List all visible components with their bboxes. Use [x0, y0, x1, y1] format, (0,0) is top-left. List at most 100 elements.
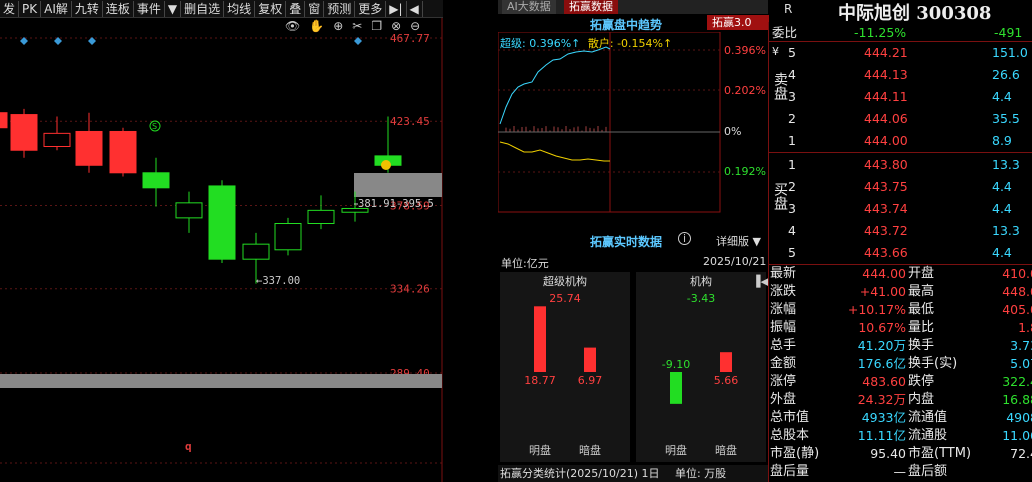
flow-bar: [534, 306, 546, 372]
detail-dropdown[interactable]: 详细版 ▼: [716, 233, 761, 249]
toolbar-item-1[interactable]: PK: [19, 0, 42, 17]
stat-value: 448.0: [1002, 284, 1032, 299]
sell-level: 4: [788, 67, 796, 82]
bar-group-title: 机构: [690, 274, 712, 288]
toolbar-item-15[interactable]: ◀: [407, 0, 423, 17]
sell-label: 卖盘: [772, 72, 788, 100]
sell-price: 444.21: [864, 45, 908, 60]
buy-level: 2: [788, 179, 796, 194]
stat-label: 最高: [908, 284, 935, 299]
trend-chart: 0.396% 0.202% 0% 0.192%: [498, 32, 766, 213]
stat-label: 盘后量: [770, 464, 810, 479]
stat-value: 4908: [1006, 410, 1032, 425]
stat-value: 10.67%: [858, 320, 906, 335]
weicha-value: -491: [994, 25, 1023, 40]
stat-value: 11.11亿: [857, 428, 906, 443]
flow-bar-label: 暗盘: [579, 443, 601, 457]
stat-label: 市盈(静): [770, 446, 820, 461]
sell-volume: 26.6: [992, 67, 1020, 82]
stat-label: 总手: [770, 338, 797, 353]
price-band: [0, 374, 442, 388]
toolbar-item-3[interactable]: 九转: [72, 0, 103, 17]
candle-body: [142, 172, 170, 189]
stat-value: 95.40: [870, 446, 906, 461]
trend-badge[interactable]: 拓赢3.0: [707, 15, 769, 30]
info-icon[interactable]: i: [678, 232, 691, 245]
candle-body: [307, 209, 335, 225]
stat-label: 盘后额: [908, 464, 948, 479]
footer-right: 单位: 万股: [674, 467, 727, 480]
stat-value: 16.88: [1002, 392, 1032, 407]
toolbar-item-9[interactable]: 复权: [255, 0, 287, 17]
stat-label: 总股本: [770, 428, 810, 443]
trend-y-tick: 0%: [724, 125, 741, 138]
stat-value: 444.00: [862, 266, 906, 281]
buy-level: 1: [788, 157, 796, 172]
buy-level: 5: [788, 245, 796, 260]
candle-body: [75, 130, 103, 166]
buy-volume: 13.3: [992, 157, 1020, 172]
stat-label: 金额: [770, 356, 797, 371]
stat-value: 405.0: [1002, 302, 1032, 317]
tab-ai-data[interactable]: AI大数据: [502, 0, 556, 14]
flow-bar-chart: 超级机构 25.74 18.77 明盘 6.97 暗盘 机构 -3.43 -9.10 明盘 5.66…: [500, 272, 768, 462]
flow-bar: [720, 352, 732, 372]
buy-price: 443.72: [864, 223, 908, 238]
toolbar-item-14[interactable]: ▶|: [386, 0, 407, 17]
stat-label: 换手: [908, 338, 935, 353]
super-legend: 超级: 0.396%↑: [500, 37, 581, 50]
trend-y-tick: 0.396%: [724, 44, 766, 57]
toolbar-item-10[interactable]: 叠: [286, 0, 306, 17]
kline-chart[interactable]: 467.77423.45378.59334.26289.40939S: [0, 18, 443, 482]
g-marker: [381, 160, 391, 170]
quote-panel: 委比 -11.25% -491 ¥ 卖盘 5 444.21 151.0 4 444.13 26.6 3…: [768, 22, 1032, 482]
sell-volume: 8.9: [992, 133, 1012, 148]
range-band: [354, 173, 442, 197]
stats-footer: 拓赢分类统计(2025/10/21) 1日 单位: 万股: [498, 465, 768, 482]
flow-bar-value: 5.66: [714, 374, 739, 387]
stat-value: 11.06: [1002, 428, 1032, 443]
toolbar-item-11[interactable]: 窗: [305, 0, 325, 17]
stat-label: 流通值: [908, 410, 948, 425]
stat-value: 5.07: [1010, 356, 1032, 371]
toolbar-item-8[interactable]: 均线: [224, 0, 256, 17]
tab-tuoying-data[interactable]: 拓赢数据: [564, 0, 618, 14]
toolbar-item-13[interactable]: 更多: [355, 0, 387, 17]
stat-value: 72.4: [1010, 446, 1032, 461]
flow-bar-value: -9.10: [662, 358, 690, 371]
sell-price: 444.06: [864, 111, 908, 126]
toolbar-item-4[interactable]: 连板: [103, 0, 134, 17]
flow-bar-value: 18.77: [524, 374, 556, 387]
sell-price: 444.00: [864, 133, 908, 148]
candle-body: [43, 132, 71, 147]
stat-label: 开盘: [908, 266, 935, 281]
mid-tab-bar: AI大数据 拓赢数据: [498, 0, 768, 14]
retail-legend: 散户: -0.154%↑: [587, 37, 673, 50]
range-label: 381.91-395.5: [358, 198, 434, 210]
toolbar-item-6[interactable]: ▼: [165, 0, 182, 17]
buy-level: 4: [788, 223, 796, 238]
candle-body: [274, 223, 302, 251]
buy-volume: 4.4: [992, 179, 1012, 194]
stat-value: 41.20万: [857, 338, 906, 353]
toolbar-item-0[interactable]: 发: [0, 0, 20, 17]
toolbar-item-5[interactable]: 事件: [134, 0, 165, 17]
flow-bar: [584, 347, 596, 372]
stat-label: 涨跌: [770, 284, 797, 299]
chart-toolbar: 发 PK AI解 九转 连板 事件 ▼ 删自选 均线 复权叠窗预测 更多 ▶| ◀: [0, 0, 443, 18]
toolbar-item-2[interactable]: AI解: [41, 0, 72, 17]
stat-value: +41.00: [859, 284, 906, 299]
flow-bar-value: 6.97: [578, 374, 603, 387]
candle-body: [10, 114, 38, 151]
flow-bar-label: 暗盘: [715, 443, 737, 457]
weibi-value: -11.25%: [854, 25, 907, 40]
toolbar-item-7[interactable]: 删自选: [181, 0, 225, 17]
candle-body: [208, 185, 236, 260]
footer-left: 拓赢分类统计(2025/10/21) 1日: [500, 467, 660, 480]
candle-body: [175, 202, 203, 219]
toolbar-item-12[interactable]: 预测: [324, 0, 356, 17]
buy-volume: 4.4: [992, 245, 1012, 260]
stat-value: 3.73: [1010, 338, 1032, 353]
stat-value: —: [893, 464, 907, 479]
unit-label: 单位:亿元: [501, 257, 549, 270]
